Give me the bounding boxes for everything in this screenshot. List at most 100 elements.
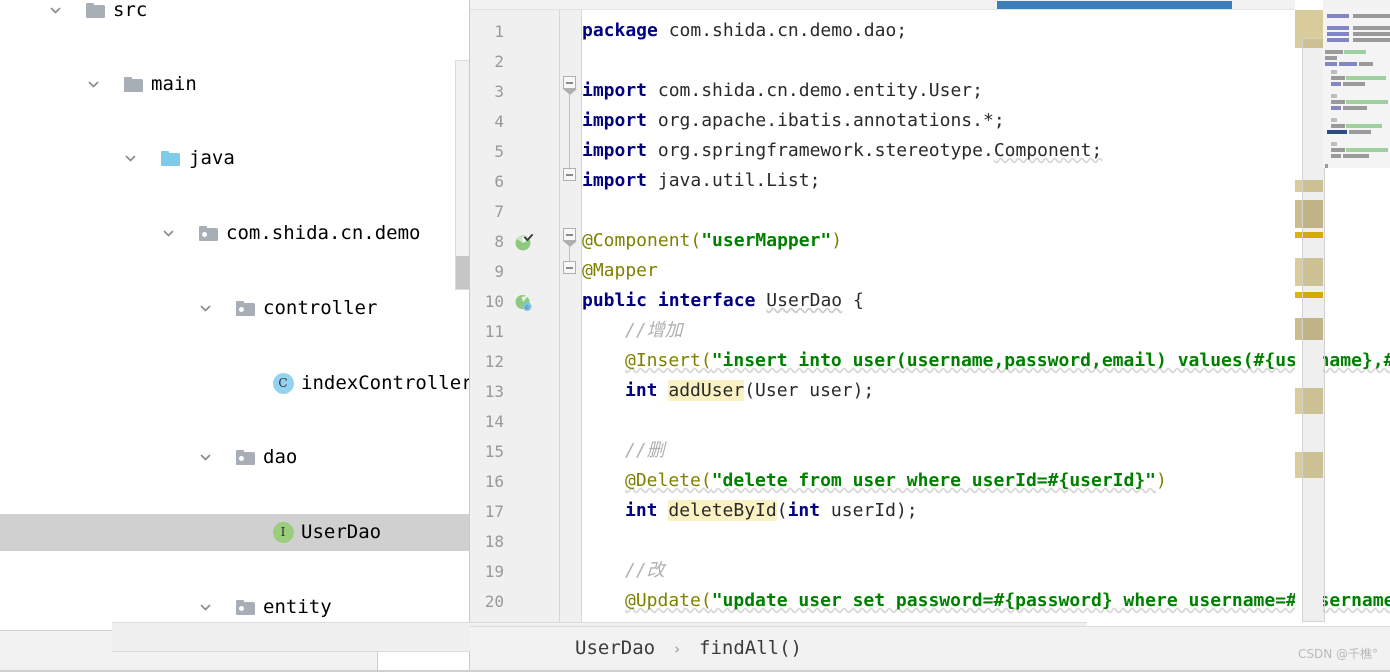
- keyword-int: int: [625, 500, 658, 521]
- line-number: 17: [484, 502, 504, 521]
- sql-string-literal: "delete from user where userId=#{userId}…: [711, 470, 1157, 491]
- tree-item-label: src: [113, 0, 148, 21]
- code-line-12: @Insert("insert into user(username,passw…: [625, 346, 1390, 376]
- paren: ): [831, 230, 843, 251]
- line-number: 9: [494, 262, 504, 281]
- line-number: 2: [494, 52, 504, 71]
- code-line-9: @Mapper: [582, 256, 658, 286]
- interface-name: UserDao: [766, 290, 843, 311]
- editor-minimap[interactable]: [1323, 8, 1390, 168]
- keyword-import: import: [582, 110, 648, 131]
- project-tool-window[interactable]: src main java com.shida.cn.demo controll…: [0, 0, 470, 672]
- chevron-down-icon[interactable]: [121, 140, 139, 177]
- line-number: 13: [484, 382, 504, 401]
- comment: //改: [625, 560, 665, 581]
- code-line-20: @Update("update user set password=#{pass…: [625, 586, 1390, 616]
- sidebar-item-userdao[interactable]: I UserDao: [0, 514, 470, 551]
- brace: {: [852, 290, 864, 311]
- breadcrumb-separator-icon: ›: [672, 640, 682, 658]
- line-number: 18: [484, 532, 504, 551]
- comment: //增加: [625, 320, 683, 341]
- code-line-10: public interface UserDao {: [582, 286, 864, 316]
- list-item[interactable]: com.shida.cn.demo: [0, 215, 470, 252]
- java-class-icon: C: [272, 365, 294, 402]
- keyword-int: int: [625, 380, 658, 401]
- editor-gutter[interactable]: 1 2 3 4 5 6 7 8 9 10 11 12 13 14 15 16 1…: [470, 10, 560, 672]
- keyword-int: int: [787, 500, 821, 521]
- editor-breadcrumb[interactable]: UserDao › findAll() CSDN @千樵°: [470, 626, 1390, 670]
- spring-bean-icon[interactable]: [514, 233, 534, 253]
- line-number: 4: [494, 112, 504, 131]
- keyword-interface: interface: [657, 290, 756, 311]
- code-line-15: //删: [625, 436, 665, 466]
- line-number: 5: [494, 142, 504, 161]
- sql-string-literal: "update user set password=#{password} wh…: [711, 590, 1390, 611]
- chevron-down-icon[interactable]: [46, 0, 64, 29]
- list-item[interactable]: src: [0, 0, 470, 29]
- code-line-3: import com.shida.cn.demo.entity.User;: [582, 76, 983, 106]
- line-number: 15: [484, 442, 504, 461]
- import-path: java.util.List;: [657, 170, 821, 191]
- code-line-4: import org.apache.ibatis.annotations.*;: [582, 106, 1005, 136]
- scrollbar-thumb[interactable]: [997, 1, 1232, 9]
- import-path: org.apache.ibatis.annotations.*;: [657, 110, 1005, 131]
- code-folding-strip[interactable]: [560, 10, 582, 672]
- code-line-6: import java.util.List;: [582, 166, 820, 196]
- code-line-1: package com.shida.cn.demo.dao;: [582, 16, 907, 46]
- code-content[interactable]: package com.shida.cn.demo.dao; import co…: [582, 10, 1390, 672]
- code-line-11: //增加: [625, 316, 683, 346]
- tree-item-label: java: [189, 147, 235, 169]
- chevron-down-icon[interactable]: [84, 66, 102, 103]
- spring-component-icon[interactable]: c: [514, 293, 534, 313]
- line-number: 16: [484, 472, 504, 491]
- package-name: com.shida.cn.demo.dao;: [668, 20, 908, 41]
- folder-source-blue-icon: [159, 140, 181, 177]
- breadcrumb-part-method[interactable]: findAll(): [699, 637, 802, 659]
- method-name: addUser: [668, 380, 745, 401]
- sql-string-literal: "insert into user(username,password,emai…: [711, 350, 1390, 371]
- tree-item-label: entity: [263, 596, 332, 618]
- chevron-down-icon[interactable]: [196, 589, 214, 626]
- tree-item-label: controller: [263, 297, 378, 319]
- chevron-down-icon[interactable]: [196, 290, 214, 327]
- annotation-insert: @Insert(: [625, 350, 712, 371]
- list-item[interactable]: java: [0, 140, 470, 177]
- folder-grey-icon: [122, 66, 144, 103]
- keyword-import: import: [582, 80, 648, 101]
- minimap-viewport[interactable]: [1302, 38, 1325, 622]
- fold-marker-icon[interactable]: [563, 168, 576, 181]
- list-item[interactable]: C indexController: [0, 365, 470, 402]
- code-editor[interactable]: 1 2 3 4 5 6 7 8 9 10 11 12 13 14 15 16 1…: [470, 0, 1390, 672]
- list-item[interactable]: dao: [0, 439, 470, 476]
- fold-marker-icon[interactable]: [563, 76, 577, 95]
- code-line-16: @Delete("delete from user where userId=#…: [625, 466, 1167, 496]
- code-line-5: import org.springframework.stereotype.Co…: [582, 136, 1102, 166]
- folder-package-icon: [234, 439, 256, 476]
- fold-marker-icon[interactable]: [563, 261, 576, 274]
- paren: (: [776, 500, 788, 521]
- horizontal-scrollbar[interactable]: [470, 0, 1390, 10]
- fold-marker-icon[interactable]: [563, 228, 577, 247]
- line-number: 3: [494, 82, 504, 101]
- chevron-down-icon[interactable]: [159, 215, 177, 252]
- list-item[interactable]: controller: [0, 290, 470, 327]
- folder-package-icon: [197, 215, 219, 252]
- list-item[interactable]: main: [0, 66, 470, 103]
- code-line-8: @Component("userMapper"): [582, 226, 842, 256]
- folder-package-icon: [234, 589, 256, 626]
- line-number: 20: [484, 592, 504, 611]
- import-path: com.shida.cn.demo.entity.User;: [657, 80, 983, 101]
- annotation-delete: @Delete(: [625, 470, 712, 491]
- chevron-down-icon[interactable]: [196, 439, 214, 476]
- breadcrumb-part-class[interactable]: UserDao: [575, 637, 655, 659]
- line-number: 7: [494, 202, 504, 221]
- line-number: 14: [484, 412, 504, 431]
- method-name: deleteById: [668, 500, 777, 521]
- line-number: 1: [494, 22, 504, 41]
- method-signature: userId);: [820, 500, 918, 521]
- import-path: org.springframework.stereotype.: [657, 140, 994, 161]
- keyword-import: import: [582, 170, 648, 191]
- line-number: 10: [484, 292, 504, 311]
- list-item[interactable]: entity: [0, 589, 470, 626]
- import-symbol: Component;: [993, 140, 1103, 161]
